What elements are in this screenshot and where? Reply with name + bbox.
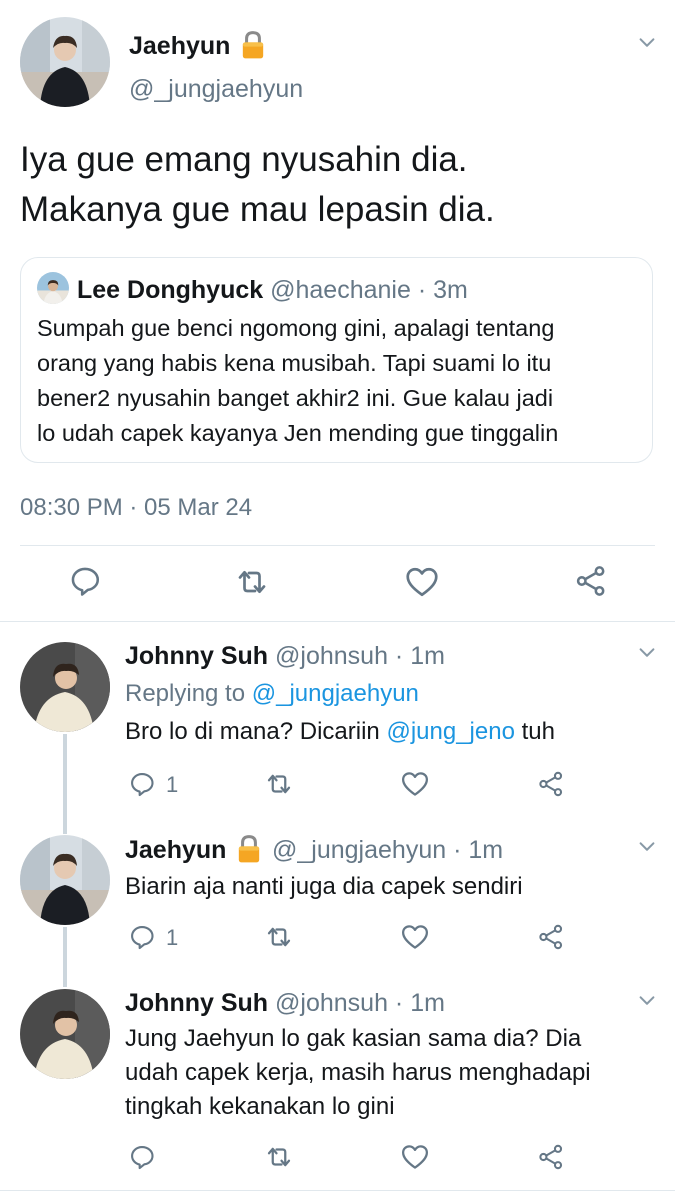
chevron-down-icon[interactable] xyxy=(636,32,658,54)
reply-author-name[interactable]: Johnny Suh xyxy=(125,642,268,670)
reply-text: tuh xyxy=(521,718,555,745)
quoted-text-line1: Sumpah gue benci ngomong gini, apalagi t… xyxy=(37,315,555,341)
mention-link[interactable]: @jung_jeno xyxy=(386,718,514,745)
main-tweet-text-line1: Iya gue emang nyusahin dia. xyxy=(20,140,468,179)
heart-icon[interactable] xyxy=(400,769,430,799)
heart-icon[interactable] xyxy=(404,564,440,600)
reply-text-line3: tingkah kekanakan lo gini xyxy=(125,1093,395,1120)
reply-author-handle[interactable]: @johnsuh xyxy=(275,642,388,670)
quoted-author-avatar xyxy=(37,272,69,304)
share-icon[interactable] xyxy=(537,923,565,951)
quoted-tweet-time: · 3m xyxy=(417,276,468,304)
thread-line xyxy=(63,927,67,987)
share-icon[interactable] xyxy=(537,770,565,798)
reply-count: 1 xyxy=(166,772,179,797)
reply-time: · 1m xyxy=(394,642,445,670)
reply-count: 1 xyxy=(166,925,179,950)
tweet-timestamp[interactable]: 08:30 PM · 05 Mar 24 xyxy=(20,494,252,522)
reply-text-line2: udah capek kerja, masih harus menghadapi xyxy=(125,1059,591,1086)
heart-icon[interactable] xyxy=(400,922,430,952)
main-tweet-text-line2: Makanya gue mau lepasin dia. xyxy=(20,190,495,229)
reply-text: Biarin aja nanti juga dia capek sendiri xyxy=(125,873,523,900)
share-icon[interactable] xyxy=(537,1143,565,1171)
quoted-text-line3: bener2 nyusahin banget akhir2 ini. Gue k… xyxy=(37,385,554,411)
quoted-author-name: Lee Donghyuck xyxy=(77,276,264,304)
divider xyxy=(0,621,675,622)
reply-author-avatar[interactable] xyxy=(20,835,110,925)
reply-author-handle[interactable]: @_jungjaehyun xyxy=(272,836,446,864)
chevron-down-icon[interactable] xyxy=(636,642,658,664)
retweet-icon[interactable] xyxy=(234,564,270,600)
reply-time: · 1m xyxy=(394,989,445,1017)
reply-time: · 1m xyxy=(453,836,504,864)
chevron-down-icon[interactable] xyxy=(636,990,658,1012)
reply-author-avatar[interactable] xyxy=(20,989,110,1079)
lock-icon xyxy=(240,30,266,60)
reply-author-name[interactable]: Johnny Suh xyxy=(125,989,268,1017)
replying-to-label: Replying to xyxy=(125,680,246,707)
reply-icon[interactable] xyxy=(68,564,102,598)
divider xyxy=(0,1190,675,1191)
quoted-text-line4: lo udah capek kayanya Jen mending gue ti… xyxy=(37,420,559,446)
main-author-avatar[interactable] xyxy=(20,17,110,107)
retweet-icon[interactable] xyxy=(264,922,294,952)
main-author-handle[interactable]: @_jungjaehyun xyxy=(129,75,303,104)
reply-author-name[interactable]: Jaehyun xyxy=(125,836,226,864)
reply-icon[interactable] xyxy=(128,770,156,798)
reply-icon[interactable] xyxy=(128,923,156,951)
lock-icon xyxy=(236,834,262,864)
reply-author-avatar[interactable] xyxy=(20,642,110,732)
divider xyxy=(20,545,655,546)
reply-text-line1: Jung Jaehyun lo gak kasian sama dia? Dia xyxy=(125,1025,582,1052)
quoted-text-line2: orang yang habis kena musibah. Tapi suam… xyxy=(37,350,552,376)
thread-line xyxy=(63,734,67,834)
main-author-name[interactable]: Jaehyun xyxy=(129,32,230,61)
share-icon[interactable] xyxy=(574,564,608,598)
retweet-icon[interactable] xyxy=(264,769,294,799)
quoted-author-handle: @haechanie xyxy=(270,276,411,304)
retweet-icon[interactable] xyxy=(264,1142,294,1172)
heart-icon[interactable] xyxy=(400,1142,430,1172)
reply-author-handle[interactable]: @johnsuh xyxy=(275,989,388,1017)
chevron-down-icon[interactable] xyxy=(636,836,658,858)
replying-to-link[interactable]: @_jungjaehyun xyxy=(252,680,419,707)
reply-icon[interactable] xyxy=(128,1143,156,1171)
reply-text: Bro lo di mana? Dicariin xyxy=(125,718,380,745)
